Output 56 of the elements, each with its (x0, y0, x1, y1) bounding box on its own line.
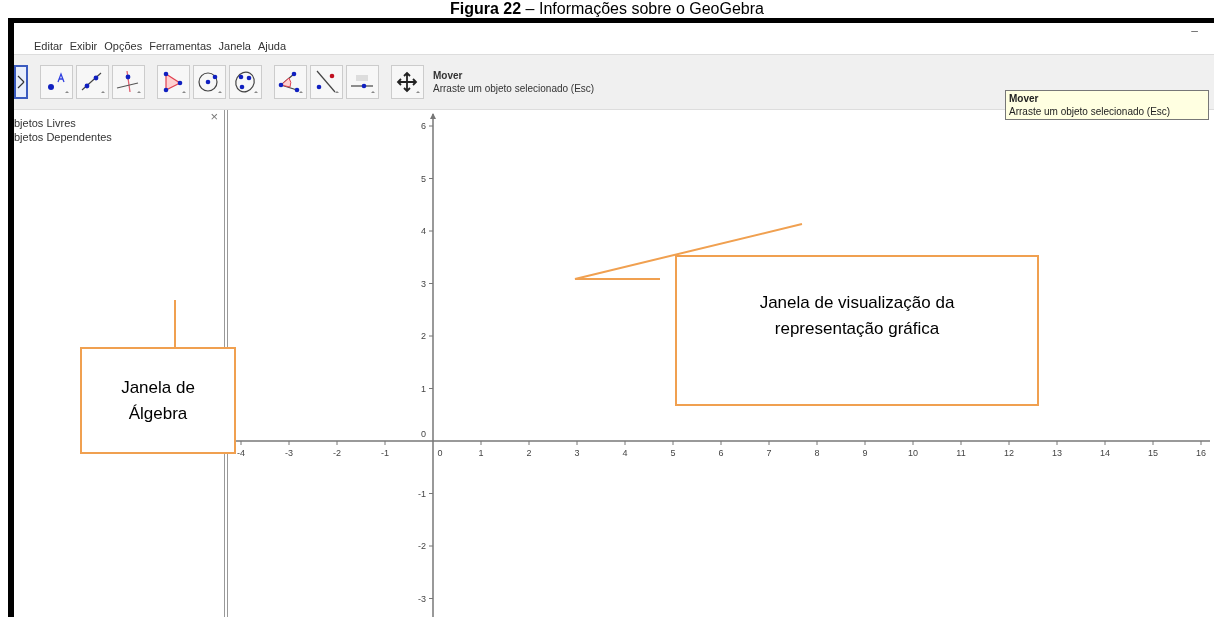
annotation-label: Janela de Álgebra (80, 347, 236, 454)
leader-line (174, 299, 176, 350)
tick-label: 15 (1148, 448, 1158, 458)
figure-caption: Figura 22 – Informações sobre o GeoGebra (449, 0, 765, 18)
tick-label: 16 (1196, 448, 1206, 458)
tick-label: 3 (421, 278, 426, 289)
minimize-button[interactable]: – (1191, 23, 1198, 38)
tick-label: 12 (1004, 448, 1014, 458)
close-button[interactable]: × (210, 110, 218, 124)
algebra-item[interactable]: bjetos Livres (14, 116, 76, 130)
tick-label: 2 (421, 331, 426, 341)
tick-label: 9 (862, 448, 868, 458)
tick-label: 7 (766, 448, 772, 458)
tick-label: 14 (1100, 448, 1110, 458)
tick-label: 6 (421, 121, 426, 131)
tick-label: 10 (908, 448, 918, 458)
line-icon (79, 70, 106, 94)
ellipse-icon (232, 70, 259, 94)
tick-label: 3 (574, 448, 580, 458)
tick-label: 4 (421, 226, 426, 236)
tick-label: -2 (418, 541, 426, 551)
tick-label: 1 (421, 383, 426, 394)
tick-label: -4 (237, 448, 245, 458)
tool-name: Mover (433, 69, 464, 82)
tool-button[interactable] (14, 65, 28, 99)
menu-item[interactable]: Ajuda (257, 39, 287, 53)
menu-item[interactable]: Ferramentas (149, 39, 212, 53)
tick-label: 11 (956, 448, 966, 458)
menu-item[interactable]: Janela (218, 39, 251, 53)
tooltip-title: Mover (1009, 92, 1040, 105)
tick-label: -3 (285, 448, 293, 458)
tick-label: -1 (418, 488, 426, 499)
menu-item[interactable]: Opções (104, 39, 143, 53)
tick-label: 8 (814, 448, 820, 458)
tick-label: 0 (437, 448, 443, 458)
tick-label: -2 (333, 448, 341, 458)
tick-label: 5 (421, 173, 426, 184)
tick-label: 4 (622, 448, 628, 458)
tick-label: 6 (718, 448, 724, 458)
tooltip-text: Arraste um objeto selecionado (Esc) (1009, 106, 1171, 117)
four-arrows-icon (394, 70, 421, 94)
algebra-item[interactable]: bjetos Dependentes (14, 130, 112, 144)
menu-item[interactable]: Editar (34, 39, 63, 53)
perpendicular-lines-icon (115, 70, 142, 94)
menu-item[interactable]: Exibir (69, 39, 98, 53)
tick-label: -1 (381, 448, 389, 458)
tick-label: 0 (421, 429, 426, 439)
annotation-label: Janela de visualização da representação gráfica (675, 255, 1039, 406)
tick-label: -3 (418, 593, 426, 604)
angle-icon (277, 70, 304, 94)
circle-icon (196, 70, 223, 94)
tick-label: 13 (1052, 448, 1062, 458)
tick-label: 1 (478, 448, 484, 458)
tick-label: 2 (526, 448, 532, 458)
tool-help: Arraste um objeto selecionado (Esc) (433, 82, 595, 95)
tick-label: 5 (670, 448, 676, 458)
